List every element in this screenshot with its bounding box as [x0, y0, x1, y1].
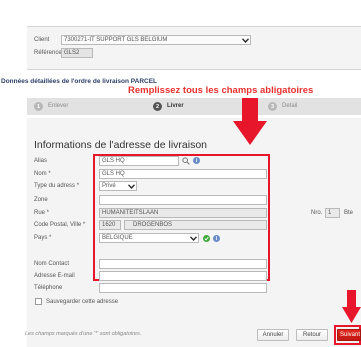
pays-label: Pays *	[34, 235, 52, 241]
zone-field[interactable]	[99, 195, 267, 205]
contact-field[interactable]	[99, 259, 267, 269]
chevron-down-icon	[189, 234, 197, 242]
section-title: Données détaillées de l'ordre de livrais…	[1, 78, 158, 85]
bte-label: Bte	[344, 210, 354, 216]
nom-label: Nom *	[34, 171, 51, 177]
step-label: Detail	[282, 103, 298, 109]
info-icon[interactable]: i	[213, 235, 220, 242]
nro-field[interactable]: 1	[325, 208, 340, 218]
form-title: Informations de l'adresse de livraison	[34, 139, 208, 151]
email-field[interactable]	[99, 271, 267, 281]
arrow-down-icon	[233, 98, 267, 145]
alias-label: Alias	[34, 158, 48, 164]
nom-field[interactable]: GLS HQ	[99, 169, 267, 179]
save-address-label: Sauvegarder cette adresse	[46, 299, 119, 305]
telephone-label: Téléphone	[34, 285, 63, 291]
annuler-button[interactable]: Annuler	[257, 329, 289, 341]
rue-label: Rue *	[34, 210, 50, 216]
save-address-checkbox[interactable]	[35, 298, 42, 305]
rue-field[interactable]: HUMANITEITSLAAN	[99, 208, 267, 218]
retour-button[interactable]: Retour	[296, 329, 328, 341]
step-label: Enlever	[48, 103, 69, 109]
arrow-down-icon	[342, 290, 361, 323]
pays-select[interactable]: BELGIQUE	[99, 233, 199, 243]
type-select[interactable]: Privé	[99, 181, 137, 191]
step-number: 1	[34, 102, 43, 111]
chevron-down-icon	[127, 182, 135, 190]
contact-label: Nom Contact	[34, 261, 70, 267]
code-postal-label: Code Postal, Ville *	[34, 222, 86, 228]
info-icon[interactable]: i	[193, 157, 200, 164]
chevron-down-icon	[241, 36, 249, 44]
zone-label: Zone	[34, 197, 48, 203]
type-label: Type du adress *	[34, 183, 80, 189]
reference-label: Référence	[34, 50, 62, 56]
email-label: Adresse E-mail	[34, 273, 75, 279]
reference-field[interactable]: GLS2	[61, 48, 93, 58]
client-label: Client	[34, 37, 50, 43]
step-bar	[27, 98, 361, 115]
check-circle-icon	[203, 235, 210, 242]
code-postal-field[interactable]: 1620	[99, 220, 121, 230]
required-note: Les champs marqués d'une '*' sont obliga…	[25, 331, 142, 337]
step-number: 3	[268, 102, 277, 111]
type-select-value: Privé	[102, 183, 116, 189]
step-label: Livrer	[167, 103, 184, 109]
alias-field[interactable]: GLS HQ	[99, 156, 179, 166]
step-number: 2	[153, 102, 162, 111]
suivant-button[interactable]: Suivant	[337, 329, 361, 341]
client-select-value: 7300271-IT SUPPORT GLS BELGIUM	[64, 37, 168, 43]
telephone-field[interactable]	[99, 283, 267, 293]
client-select[interactable]: 7300271-IT SUPPORT GLS BELGIUM	[61, 35, 251, 45]
pays-select-value: BELGIQUE	[102, 235, 133, 241]
ville-field[interactable]: DROGENBOS	[124, 220, 267, 230]
annotation-text: Remplissez tous les champs abligatoires	[128, 85, 314, 96]
nro-label: Nro.	[311, 210, 323, 216]
search-icon[interactable]	[182, 157, 190, 165]
